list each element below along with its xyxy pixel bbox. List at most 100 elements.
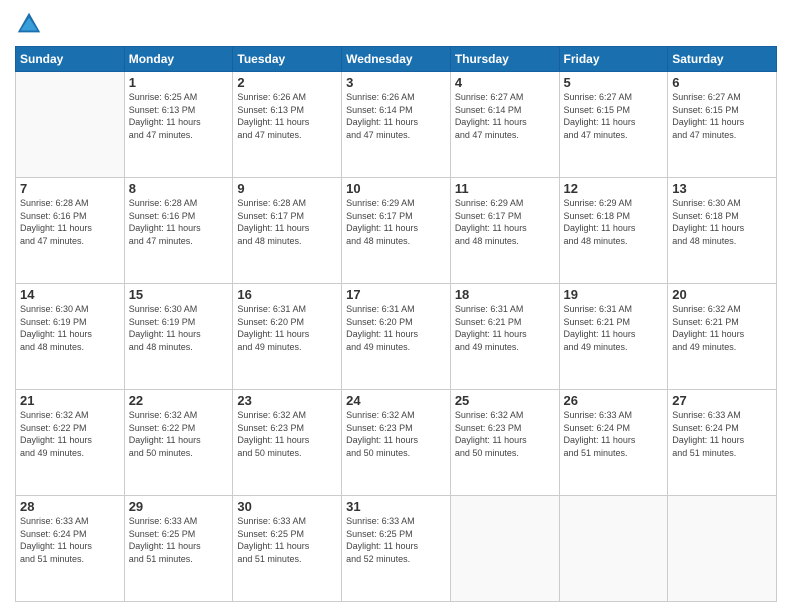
day-info: Sunrise: 6:31 AM Sunset: 6:20 PM Dayligh…: [237, 303, 337, 353]
day-number: 24: [346, 393, 446, 408]
day-info: Sunrise: 6:31 AM Sunset: 6:21 PM Dayligh…: [455, 303, 555, 353]
calendar-cell: 24Sunrise: 6:32 AM Sunset: 6:23 PM Dayli…: [342, 390, 451, 496]
day-number: 18: [455, 287, 555, 302]
day-number: 1: [129, 75, 229, 90]
day-number: 26: [564, 393, 664, 408]
calendar-header-sunday: Sunday: [16, 47, 125, 72]
calendar-cell: 9Sunrise: 6:28 AM Sunset: 6:17 PM Daylig…: [233, 178, 342, 284]
day-info: Sunrise: 6:32 AM Sunset: 6:23 PM Dayligh…: [455, 409, 555, 459]
calendar-cell: 19Sunrise: 6:31 AM Sunset: 6:21 PM Dayli…: [559, 284, 668, 390]
day-info: Sunrise: 6:32 AM Sunset: 6:23 PM Dayligh…: [346, 409, 446, 459]
calendar-week-1: 1Sunrise: 6:25 AM Sunset: 6:13 PM Daylig…: [16, 72, 777, 178]
day-number: 27: [672, 393, 772, 408]
calendar-cell: 11Sunrise: 6:29 AM Sunset: 6:17 PM Dayli…: [450, 178, 559, 284]
calendar-cell: [668, 496, 777, 602]
calendar-cell: 10Sunrise: 6:29 AM Sunset: 6:17 PM Dayli…: [342, 178, 451, 284]
calendar-header-saturday: Saturday: [668, 47, 777, 72]
day-number: 11: [455, 181, 555, 196]
calendar-cell: 17Sunrise: 6:31 AM Sunset: 6:20 PM Dayli…: [342, 284, 451, 390]
day-number: 23: [237, 393, 337, 408]
calendar-header-friday: Friday: [559, 47, 668, 72]
calendar-cell: 18Sunrise: 6:31 AM Sunset: 6:21 PM Dayli…: [450, 284, 559, 390]
day-number: 8: [129, 181, 229, 196]
day-info: Sunrise: 6:33 AM Sunset: 6:25 PM Dayligh…: [346, 515, 446, 565]
day-number: 29: [129, 499, 229, 514]
day-number: 30: [237, 499, 337, 514]
day-number: 16: [237, 287, 337, 302]
calendar-cell: 27Sunrise: 6:33 AM Sunset: 6:24 PM Dayli…: [668, 390, 777, 496]
day-info: Sunrise: 6:33 AM Sunset: 6:25 PM Dayligh…: [129, 515, 229, 565]
calendar-week-5: 28Sunrise: 6:33 AM Sunset: 6:24 PM Dayli…: [16, 496, 777, 602]
calendar-header-wednesday: Wednesday: [342, 47, 451, 72]
calendar-cell: 25Sunrise: 6:32 AM Sunset: 6:23 PM Dayli…: [450, 390, 559, 496]
day-info: Sunrise: 6:26 AM Sunset: 6:14 PM Dayligh…: [346, 91, 446, 141]
calendar-cell: 26Sunrise: 6:33 AM Sunset: 6:24 PM Dayli…: [559, 390, 668, 496]
day-number: 6: [672, 75, 772, 90]
logo-icon: [15, 10, 43, 38]
day-info: Sunrise: 6:32 AM Sunset: 6:22 PM Dayligh…: [129, 409, 229, 459]
day-number: 17: [346, 287, 446, 302]
calendar-cell: 23Sunrise: 6:32 AM Sunset: 6:23 PM Dayli…: [233, 390, 342, 496]
logo: [15, 10, 47, 38]
day-info: Sunrise: 6:27 AM Sunset: 6:15 PM Dayligh…: [564, 91, 664, 141]
day-info: Sunrise: 6:33 AM Sunset: 6:25 PM Dayligh…: [237, 515, 337, 565]
header: [15, 10, 777, 38]
day-number: 7: [20, 181, 120, 196]
calendar-cell: [16, 72, 125, 178]
day-info: Sunrise: 6:32 AM Sunset: 6:23 PM Dayligh…: [237, 409, 337, 459]
calendar-cell: 8Sunrise: 6:28 AM Sunset: 6:16 PM Daylig…: [124, 178, 233, 284]
day-info: Sunrise: 6:28 AM Sunset: 6:17 PM Dayligh…: [237, 197, 337, 247]
calendar-week-4: 21Sunrise: 6:32 AM Sunset: 6:22 PM Dayli…: [16, 390, 777, 496]
day-info: Sunrise: 6:25 AM Sunset: 6:13 PM Dayligh…: [129, 91, 229, 141]
calendar-cell: 31Sunrise: 6:33 AM Sunset: 6:25 PM Dayli…: [342, 496, 451, 602]
day-info: Sunrise: 6:27 AM Sunset: 6:15 PM Dayligh…: [672, 91, 772, 141]
calendar-cell: 7Sunrise: 6:28 AM Sunset: 6:16 PM Daylig…: [16, 178, 125, 284]
day-number: 10: [346, 181, 446, 196]
calendar-cell: 20Sunrise: 6:32 AM Sunset: 6:21 PM Dayli…: [668, 284, 777, 390]
page: SundayMondayTuesdayWednesdayThursdayFrid…: [0, 0, 792, 612]
calendar-cell: 2Sunrise: 6:26 AM Sunset: 6:13 PM Daylig…: [233, 72, 342, 178]
day-info: Sunrise: 6:31 AM Sunset: 6:21 PM Dayligh…: [564, 303, 664, 353]
calendar-cell: 1Sunrise: 6:25 AM Sunset: 6:13 PM Daylig…: [124, 72, 233, 178]
calendar-cell: 14Sunrise: 6:30 AM Sunset: 6:19 PM Dayli…: [16, 284, 125, 390]
day-info: Sunrise: 6:30 AM Sunset: 6:18 PM Dayligh…: [672, 197, 772, 247]
calendar-cell: 30Sunrise: 6:33 AM Sunset: 6:25 PM Dayli…: [233, 496, 342, 602]
day-info: Sunrise: 6:27 AM Sunset: 6:14 PM Dayligh…: [455, 91, 555, 141]
calendar-cell: 28Sunrise: 6:33 AM Sunset: 6:24 PM Dayli…: [16, 496, 125, 602]
day-info: Sunrise: 6:29 AM Sunset: 6:17 PM Dayligh…: [455, 197, 555, 247]
calendar-cell: 6Sunrise: 6:27 AM Sunset: 6:15 PM Daylig…: [668, 72, 777, 178]
calendar-cell: 15Sunrise: 6:30 AM Sunset: 6:19 PM Dayli…: [124, 284, 233, 390]
day-number: 3: [346, 75, 446, 90]
calendar-cell: 3Sunrise: 6:26 AM Sunset: 6:14 PM Daylig…: [342, 72, 451, 178]
day-info: Sunrise: 6:28 AM Sunset: 6:16 PM Dayligh…: [129, 197, 229, 247]
calendar-week-3: 14Sunrise: 6:30 AM Sunset: 6:19 PM Dayli…: [16, 284, 777, 390]
calendar-cell: 5Sunrise: 6:27 AM Sunset: 6:15 PM Daylig…: [559, 72, 668, 178]
calendar-week-2: 7Sunrise: 6:28 AM Sunset: 6:16 PM Daylig…: [16, 178, 777, 284]
day-number: 2: [237, 75, 337, 90]
calendar-cell: 13Sunrise: 6:30 AM Sunset: 6:18 PM Dayli…: [668, 178, 777, 284]
day-info: Sunrise: 6:30 AM Sunset: 6:19 PM Dayligh…: [20, 303, 120, 353]
day-info: Sunrise: 6:31 AM Sunset: 6:20 PM Dayligh…: [346, 303, 446, 353]
day-number: 13: [672, 181, 772, 196]
calendar-header-tuesday: Tuesday: [233, 47, 342, 72]
day-info: Sunrise: 6:32 AM Sunset: 6:21 PM Dayligh…: [672, 303, 772, 353]
day-number: 22: [129, 393, 229, 408]
day-number: 20: [672, 287, 772, 302]
day-number: 21: [20, 393, 120, 408]
calendar-header-monday: Monday: [124, 47, 233, 72]
day-info: Sunrise: 6:32 AM Sunset: 6:22 PM Dayligh…: [20, 409, 120, 459]
calendar-cell: [450, 496, 559, 602]
calendar-cell: 4Sunrise: 6:27 AM Sunset: 6:14 PM Daylig…: [450, 72, 559, 178]
day-number: 28: [20, 499, 120, 514]
calendar-header-row: SundayMondayTuesdayWednesdayThursdayFrid…: [16, 47, 777, 72]
calendar-table: SundayMondayTuesdayWednesdayThursdayFrid…: [15, 46, 777, 602]
day-number: 12: [564, 181, 664, 196]
day-info: Sunrise: 6:33 AM Sunset: 6:24 PM Dayligh…: [20, 515, 120, 565]
calendar-cell: 21Sunrise: 6:32 AM Sunset: 6:22 PM Dayli…: [16, 390, 125, 496]
day-info: Sunrise: 6:33 AM Sunset: 6:24 PM Dayligh…: [672, 409, 772, 459]
day-info: Sunrise: 6:28 AM Sunset: 6:16 PM Dayligh…: [20, 197, 120, 247]
day-number: 25: [455, 393, 555, 408]
calendar-cell: 16Sunrise: 6:31 AM Sunset: 6:20 PM Dayli…: [233, 284, 342, 390]
day-info: Sunrise: 6:30 AM Sunset: 6:19 PM Dayligh…: [129, 303, 229, 353]
calendar-cell: 29Sunrise: 6:33 AM Sunset: 6:25 PM Dayli…: [124, 496, 233, 602]
